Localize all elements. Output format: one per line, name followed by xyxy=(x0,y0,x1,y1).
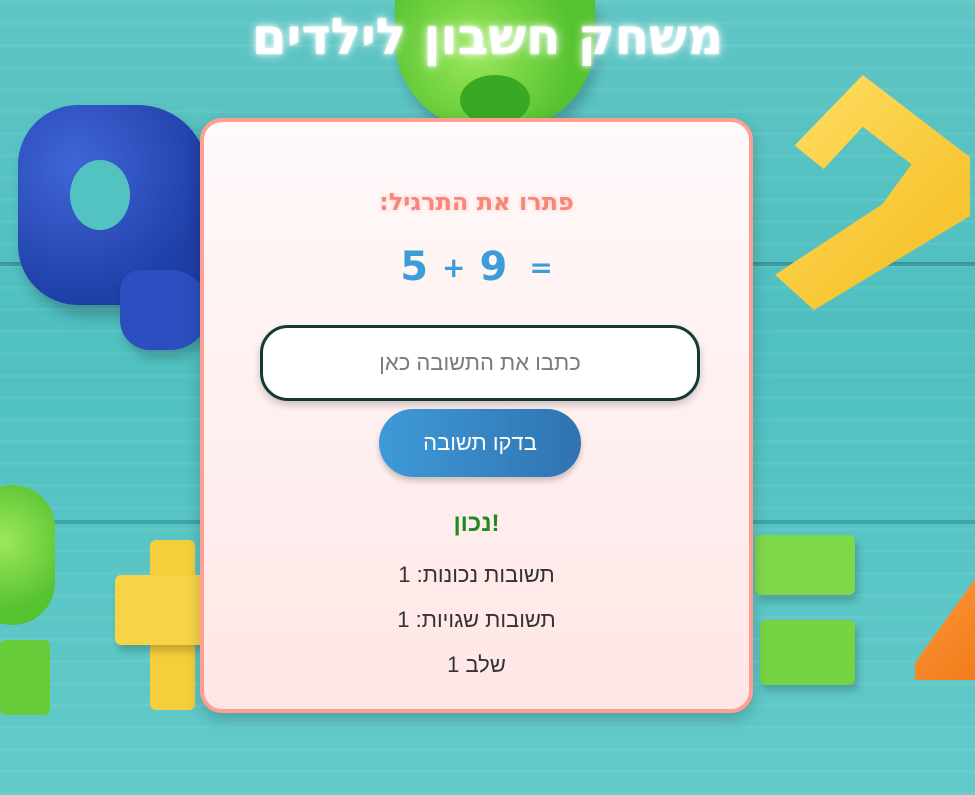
blue-number-toy-tail xyxy=(120,270,210,350)
math-problem: 5 + 9 = xyxy=(204,244,749,290)
answer-input[interactable] xyxy=(260,325,700,401)
instruction-text: פתרו את התרגיל: xyxy=(379,188,574,216)
green-number-toy-left xyxy=(0,485,55,625)
page-title: משחק חשבון לילדים xyxy=(251,8,724,66)
operand-b: 9 xyxy=(479,244,508,290)
green-equals-toy-bottom xyxy=(760,620,855,685)
equals-sign: = xyxy=(529,250,553,284)
blue-number-toy-hole xyxy=(70,160,130,230)
green-equals-toy-top xyxy=(755,535,855,595)
operand-a: 5 xyxy=(400,244,429,290)
correct-answers-count: תשובות נכונות: 1 xyxy=(398,562,555,587)
wrong-answers-count: תשובות שגויות: 1 xyxy=(397,607,556,632)
check-answer-button[interactable]: בדקו תשובה xyxy=(379,409,581,477)
game-card: פתרו את התרגיל: 5 + 9 = בדקו תשובה !נכון… xyxy=(200,118,753,713)
level-indicator: שלב 1 xyxy=(447,652,506,677)
feedback-message: !נכון xyxy=(453,510,500,537)
operator: + xyxy=(442,250,466,284)
green-number-toy-left-base xyxy=(0,640,50,715)
